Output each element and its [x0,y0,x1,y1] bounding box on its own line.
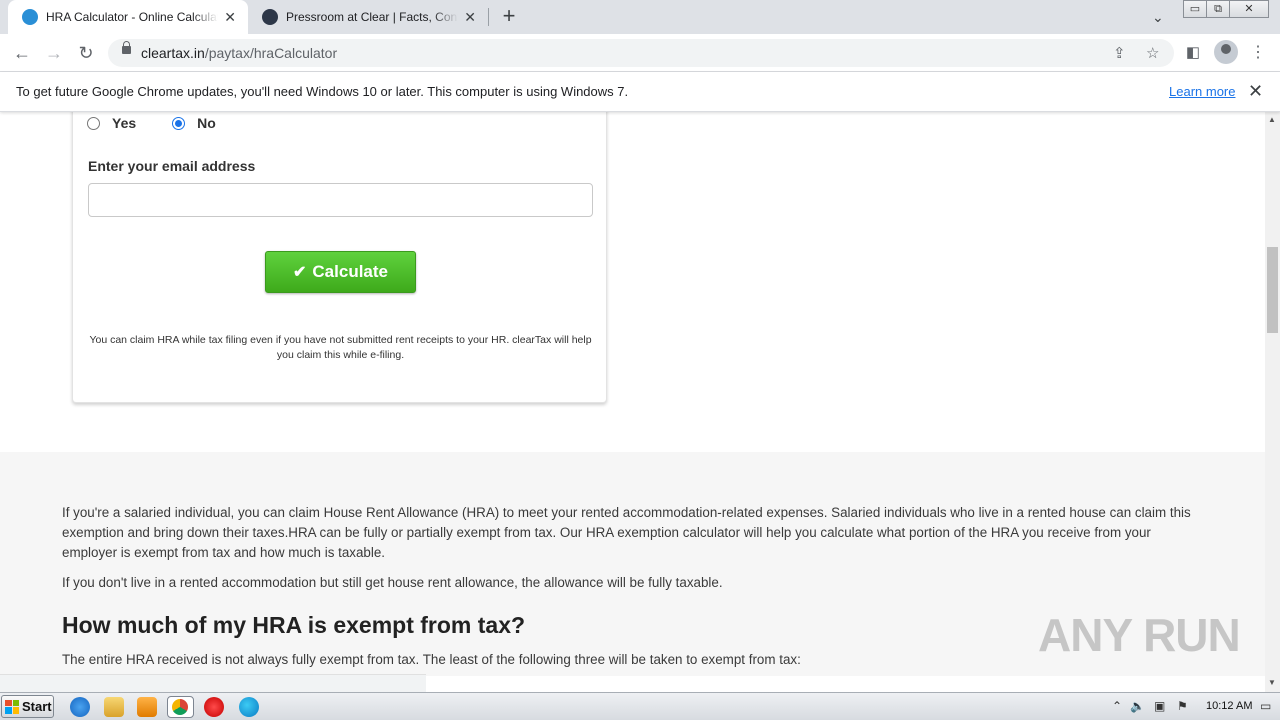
scroll-down-arrow-icon[interactable]: ▼ [1268,678,1276,687]
checkmark-icon: ✔ [293,264,307,281]
chrome-taskbar-button[interactable] [167,696,194,718]
tab-divider [488,8,489,26]
opera-icon[interactable] [204,697,224,717]
restore-button[interactable]: ⧉ [1206,0,1230,18]
calculate-label: Calculate [312,262,388,281]
email-field[interactable] [88,183,593,217]
scroll-up-arrow-icon[interactable]: ▲ [1268,115,1276,124]
status-bubble [0,674,426,692]
windows-taskbar: Start ⌃ 🔈 ▣ ⚑ 10:12 AM ▭ [0,692,1280,720]
hra-calculator-card: Yes No Enter your email address ✔ Calcul… [72,112,607,403]
radio-group: Yes No [87,115,216,131]
tab-pressroom[interactable]: Pressroom at Clear | Facts, Contact Info… [248,0,488,34]
share-icon[interactable]: ⇪ [1113,44,1126,62]
tab-title: HRA Calculator - Online Calculate your H… [46,10,218,24]
tray-expand-icon[interactable]: ⌃ [1112,699,1122,713]
edge-icon[interactable] [239,697,259,717]
tab-title: Pressroom at Clear | Facts, Contact Info… [286,10,458,24]
cleartax-favicon-icon [22,9,38,25]
bookmark-star-icon[interactable]: ☆ [1146,44,1159,62]
close-tab-icon[interactable]: ✕ [462,9,478,25]
radio-no-label: No [197,115,216,131]
close-window-button[interactable]: ✕ [1229,0,1269,18]
calculate-button[interactable]: ✔ Calculate [265,251,416,293]
network-icon[interactable]: ▣ [1154,699,1165,713]
back-arrow-icon[interactable]: ← [10,42,34,64]
infobar-message: To get future Google Chrome updates, you… [16,84,629,99]
page-viewport: Yes No Enter your email address ✔ Calcul… [0,112,1265,676]
address-bar[interactable]: cleartax.in/paytax/hraCalculator ⇪ ☆ [108,39,1174,67]
forward-arrow-icon[interactable]: → [42,42,66,64]
new-tab-button[interactable]: + [498,5,520,27]
chrome-icon [172,699,188,715]
radio-yes-label: Yes [112,115,137,131]
article-heading: How much of my HRA is exempt from tax? [62,612,526,638]
url-host: cleartax.in [141,45,205,61]
radio-yes[interactable] [87,116,100,130]
media-player-icon[interactable] [137,697,157,717]
url-path: /paytax/hraCalculator [204,45,338,61]
browser-toolbar: ← → ↻ cleartax.in/paytax/hraCalculator ⇪… [0,34,1280,72]
vertical-scrollbar[interactable]: ▲ ▼ [1265,112,1280,692]
minimize-button[interactable]: ▭ [1183,0,1207,18]
update-infobar: To get future Google Chrome updates, you… [0,72,1280,112]
reload-icon[interactable]: ↻ [74,42,98,64]
internet-explorer-icon[interactable] [70,697,90,717]
learn-more-link[interactable]: Learn more [1169,84,1235,99]
start-button[interactable]: Start [1,695,54,718]
action-center-flag-icon[interactable]: ⚑ [1177,699,1188,713]
file-explorer-icon[interactable] [104,697,124,717]
windows-logo-icon [5,699,19,714]
volume-icon[interactable]: 🔈 [1130,699,1145,713]
email-label: Enter your email address [88,158,256,174]
hra-note: You can claim HRA while tax filing even … [89,334,592,361]
close-tab-icon[interactable]: ✕ [222,9,238,25]
scrollbar-thumb[interactable] [1267,247,1278,333]
tab-hra-calculator[interactable]: HRA Calculator - Online Calculate your H… [8,0,248,34]
menu-kebab-icon[interactable]: ⋮ [1246,42,1270,64]
radio-no[interactable] [172,116,186,130]
tab-search-chevron-icon[interactable]: ⌄ [1152,9,1164,26]
clear-favicon-icon [262,9,278,25]
anyrun-watermark: ANY RUN [1038,609,1241,661]
start-label: Start [22,699,52,714]
article-paragraph: If you don't live in a rented accommodat… [62,575,723,590]
show-desktop-icon[interactable]: ▭ [1260,699,1271,713]
lock-icon[interactable] [122,41,131,54]
profile-avatar-icon[interactable] [1214,40,1238,64]
taskbar-clock[interactable]: 10:12 AM [1206,700,1252,712]
url-text[interactable]: cleartax.in/paytax/hraCalculator [141,45,337,61]
article-paragraph: If you're a salaried individual, you can… [62,505,1191,560]
tab-strip: HRA Calculator - Online Calculate your H… [0,0,1280,34]
article-paragraph: The entire HRA received is not always fu… [62,652,801,667]
side-panel-icon[interactable]: ◧ [1181,42,1205,64]
window-controls: ▭ ⧉ ✕ [1183,0,1269,18]
close-infobar-icon[interactable]: ✕ [1248,81,1263,102]
